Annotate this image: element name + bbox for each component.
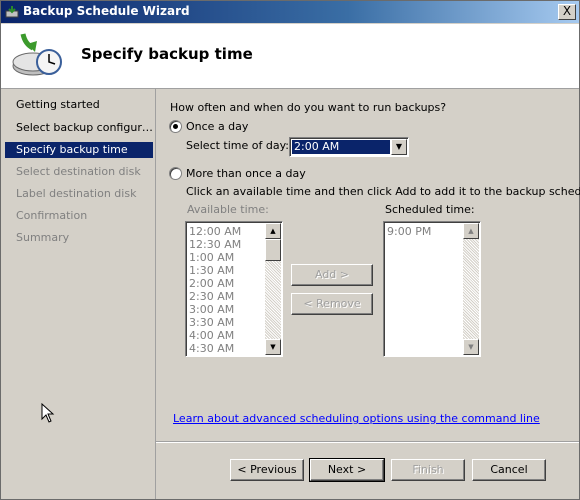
chevron-down-icon[interactable]: ▼ [391,139,407,155]
close-button[interactable]: X [558,4,576,20]
add-button[interactable]: Add > [291,264,373,286]
scheduled-time-scrollbar[interactable]: ▲ ▼ [463,223,479,355]
finish-button[interactable]: Finish [391,459,465,481]
instructions-text: Click an available time and then click A… [186,185,580,198]
list-item[interactable]: 3:30 AM [189,316,241,329]
page-title: Specify backup time [81,45,253,63]
time-of-day-select[interactable]: 2:00 AM ▼ [289,137,409,157]
step-specify-backup-time[interactable]: Specify backup time [5,142,153,158]
available-time-items: 12:00 AM 12:30 AM 1:00 AM 1:30 AM 2:00 A… [189,225,241,355]
footer-separator [156,441,579,443]
available-time-scrollbar[interactable]: ▲ ▼ [265,223,281,355]
mouse-pointer-icon [41,403,55,423]
list-item[interactable]: 4:30 AM [189,342,241,355]
step-select-destination-disk: Select destination disk [16,165,141,178]
list-item[interactable]: 12:00 AM [189,225,241,238]
radio-selected-dot [173,124,178,129]
cancel-button[interactable]: Cancel [472,459,546,481]
step-confirmation: Confirmation [16,209,88,222]
scheduled-time-items: 9:00 PM [387,225,431,238]
scheduled-time-list[interactable]: 9:00 PM ▲ ▼ [383,221,481,357]
step-getting-started[interactable]: Getting started [5,97,153,113]
wizard-content: How often and when do you want to run ba… [156,89,580,499]
scheduled-time-label: Scheduled time: [385,203,475,216]
next-button[interactable]: Next > [309,458,385,482]
scroll-up-icon[interactable]: ▲ [463,223,479,239]
backup-clock-icon [12,33,62,76]
available-time-label: Available time: [187,203,269,216]
time-of-day-value: 2:00 AM [292,140,390,154]
list-item[interactable]: 3:00 AM [189,303,241,316]
available-time-list[interactable]: 12:00 AM 12:30 AM 1:00 AM 1:30 AM 2:00 A… [185,221,283,357]
title-bar[interactable]: Backup Schedule Wizard X [1,1,579,23]
list-item[interactable]: 2:00 AM [189,277,241,290]
wizard-window: Backup Schedule Wizard X Specify backup … [0,0,580,500]
question-text: How often and when do you want to run ba… [170,101,447,114]
scrollbar-thumb[interactable] [265,239,281,261]
more-than-once-label[interactable]: More than once a day [186,167,306,180]
once-a-day-radio[interactable] [169,120,182,133]
step-select-backup-configuration[interactable]: Select backup configur… [5,120,153,136]
previous-button[interactable]: < Previous [230,459,304,481]
list-item[interactable]: 9:00 PM [387,225,431,238]
backup-app-icon [5,6,19,18]
time-of-day-label: Select time of day: [186,139,290,152]
list-item[interactable]: 1:30 AM [189,264,241,277]
window-title: Backup Schedule Wizard [23,4,190,18]
wizard-steps-sidebar: Getting started Select backup configur… … [1,89,156,499]
list-item[interactable]: 2:30 AM [189,290,241,303]
step-summary: Summary [16,231,70,244]
scroll-up-icon[interactable]: ▲ [265,223,281,239]
scroll-down-icon[interactable]: ▼ [265,339,281,355]
advanced-scheduling-link[interactable]: Learn about advanced scheduling options … [173,412,540,425]
step-label-destination-disk: Label destination disk [16,187,137,200]
remove-button[interactable]: < Remove [291,293,373,315]
once-a-day-label[interactable]: Once a day [186,120,248,133]
list-item[interactable]: 4:00 AM [189,329,241,342]
list-item[interactable]: 12:30 AM [189,238,241,251]
scroll-down-icon[interactable]: ▼ [463,339,479,355]
list-item[interactable]: 1:00 AM [189,251,241,264]
wizard-header: Specify backup time [1,24,579,89]
more-than-once-radio[interactable] [169,167,182,180]
